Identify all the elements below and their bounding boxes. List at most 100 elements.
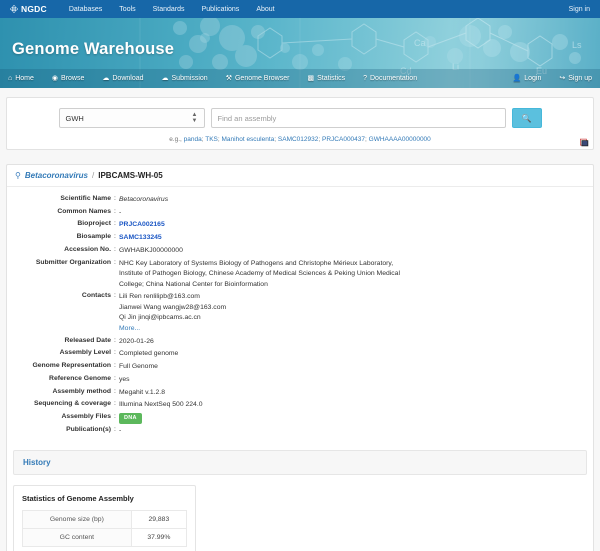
- search-input[interactable]: Find an assembly: [211, 108, 506, 128]
- nav-item-download[interactable]: ☁ Download: [102, 75, 143, 82]
- example-link-samc[interactable]: SAMC012932: [278, 136, 318, 143]
- field-colon: :: [111, 413, 119, 420]
- topnav-item-publications[interactable]: Publications: [202, 6, 240, 13]
- database-select[interactable]: GWH ▲▼: [59, 108, 205, 128]
- field-label: Assembly Files: [7, 413, 111, 420]
- field-assembly-files: Assembly Files : DNA: [7, 413, 593, 424]
- field-colon: :: [111, 195, 119, 202]
- bar-chart-icon: ▩: [307, 75, 314, 82]
- statistics-card: Statistics of Genome Assembly Genome siz…: [13, 485, 196, 551]
- statistics-table: Genome size (bp) 29,883 GC content 37.99…: [22, 510, 187, 547]
- search-button[interactable]: 🔍: [512, 108, 542, 128]
- svg-text:Ls: Ls: [572, 40, 582, 50]
- field-assembly-method: Assembly method : Megahit v.1.2.8: [7, 388, 593, 399]
- page-root: NGDC Databases Tools Standards Publicati…: [0, 0, 600, 551]
- nav-item-genome-browser[interactable]: ⚒ Genome Browser: [226, 75, 290, 82]
- field-assembly-level: Assembly Level : Completed genome: [7, 349, 593, 360]
- top-nav-items: Databases Tools Standards Publications A…: [69, 6, 275, 13]
- field-colon: :: [111, 426, 119, 433]
- tree-icon: ⚲: [15, 171, 21, 180]
- table-row: GC content 37.99%: [23, 529, 187, 547]
- nav-item-browse-label: Browse: [61, 75, 84, 82]
- bioproject-link[interactable]: PRJCA002165: [119, 221, 165, 228]
- field-colon: :: [111, 349, 119, 356]
- chevron-updown-icon: ▲▼: [192, 112, 198, 124]
- nav-item-signup-label: Sign up: [568, 75, 592, 82]
- biosample-link[interactable]: SAMC133245: [119, 234, 162, 241]
- stat-key: Genome size (bp): [23, 511, 132, 529]
- nav-item-download-label: Download: [112, 75, 143, 82]
- nav-item-documentation[interactable]: ? Documentation: [363, 75, 417, 82]
- nav-item-browse[interactable]: ◉ Browse: [52, 75, 84, 82]
- field-value: -: [119, 208, 121, 219]
- field-biosample: Biosample : SAMC133245: [7, 233, 593, 244]
- field-value: 2020-01-26: [119, 337, 154, 348]
- banner-nav-right: 👤 Login ↪ Sign up: [495, 75, 592, 82]
- field-colon: :: [111, 220, 119, 227]
- browse-icon: ◉: [52, 75, 58, 82]
- assembly-detail-card: ⚲ Betacoronavirus / IPBCAMS-WH-05 Scient…: [6, 164, 594, 551]
- field-bioproject: Bioproject : PRJCA002165: [7, 220, 593, 231]
- example-link-prjca[interactable]: PRJCA000437: [322, 136, 365, 143]
- breadcrumb-species[interactable]: Betacoronavirus: [25, 171, 88, 180]
- topnav-item-standards[interactable]: Standards: [153, 6, 185, 13]
- breadcrumb-current: IPBCAMS-WH-05: [98, 171, 162, 180]
- nav-item-login[interactable]: 👤 Login: [513, 75, 542, 82]
- nav-item-login-label: Login: [524, 75, 541, 82]
- field-label: Assembly method: [7, 388, 111, 395]
- image-icon[interactable]: [580, 138, 589, 147]
- field-label: Publication(s): [7, 426, 111, 433]
- nav-item-home[interactable]: ⌂ Home: [8, 75, 34, 82]
- field-value: GWHABKJ00000000: [119, 246, 183, 257]
- statistics-section: Statistics of Genome Assembly Genome siz…: [13, 485, 587, 551]
- field-value-wrap: SAMC133245: [119, 233, 162, 244]
- example-link-tks[interactable]: TKS: [205, 136, 218, 143]
- contacts-value: Lili Ren renlilipb@163.com Jianwei Wang …: [119, 292, 226, 324]
- breadcrumb: ⚲ Betacoronavirus / IPBCAMS-WH-05: [7, 165, 593, 187]
- sign-in-link[interactable]: Sign in: [569, 6, 590, 13]
- nav-item-statistics[interactable]: ▩ Statistics: [307, 75, 345, 82]
- contacts-more-link[interactable]: More...: [119, 325, 140, 332]
- examples-prefix: e.g.,: [169, 136, 183, 143]
- database-select-value: GWH: [66, 114, 84, 123]
- nav-item-documentation-label: Documentation: [370, 75, 417, 82]
- example-link-gwh[interactable]: GWHAAAA00000000: [369, 136, 431, 143]
- topnav-item-tools[interactable]: Tools: [119, 6, 135, 13]
- history-title: History: [23, 458, 51, 467]
- topnav-item-about[interactable]: About: [256, 6, 274, 13]
- page-title: Genome Warehouse: [12, 40, 174, 59]
- nav-item-statistics-label: Statistics: [317, 75, 345, 82]
- field-accession-no: Accession No. : GWHABKJ00000000: [7, 246, 593, 257]
- ngdc-brand[interactable]: NGDC: [10, 4, 47, 14]
- search-input-placeholder: Find an assembly: [218, 114, 277, 123]
- field-value: Illumina NextSeq 500 224.0: [119, 400, 203, 411]
- nav-item-signup[interactable]: ↪ Sign up: [559, 75, 592, 82]
- nav-item-submission[interactable]: ☁ Submission: [162, 75, 208, 82]
- field-label: Assembly Level: [7, 349, 111, 356]
- nav-item-home-label: Home: [15, 75, 34, 82]
- metadata-list: Scientific Name : Betacoronavirus Common…: [7, 187, 593, 436]
- search-row: GWH ▲▼ Find an assembly 🔍: [15, 108, 585, 128]
- question-icon: ?: [363, 75, 367, 82]
- dna-badge[interactable]: DNA: [119, 413, 142, 424]
- statistics-title: Statistics of Genome Assembly: [22, 494, 187, 503]
- field-colon: :: [111, 259, 119, 266]
- field-label: Biosample: [7, 233, 111, 240]
- history-panel[interactable]: History: [13, 450, 587, 475]
- topnav-item-databases[interactable]: Databases: [69, 6, 102, 13]
- atom-icon: [10, 5, 18, 13]
- example-link-manihot[interactable]: Manihot esculenta: [222, 136, 275, 143]
- field-genome-representation: Genome Representation : Full Genome: [7, 362, 593, 373]
- field-value-wrap: DNA: [119, 413, 142, 424]
- field-contacts: Contacts : Lili Ren renlilipb@163.com Ji…: [7, 292, 593, 334]
- download-cloud-icon: ☁: [102, 75, 109, 82]
- field-value: -: [119, 426, 121, 437]
- wrench-icon: ⚒: [226, 75, 232, 82]
- brand-label: NGDC: [21, 4, 47, 14]
- stat-value: 29,883: [131, 511, 186, 529]
- field-colon: :: [111, 375, 119, 382]
- field-label: Common Names: [7, 208, 111, 215]
- field-scientific-name: Scientific Name : Betacoronavirus: [7, 195, 593, 206]
- field-submitter-organization: Submitter Organization : NHC Key Laborat…: [7, 259, 593, 291]
- example-link-panda[interactable]: panda: [184, 136, 202, 143]
